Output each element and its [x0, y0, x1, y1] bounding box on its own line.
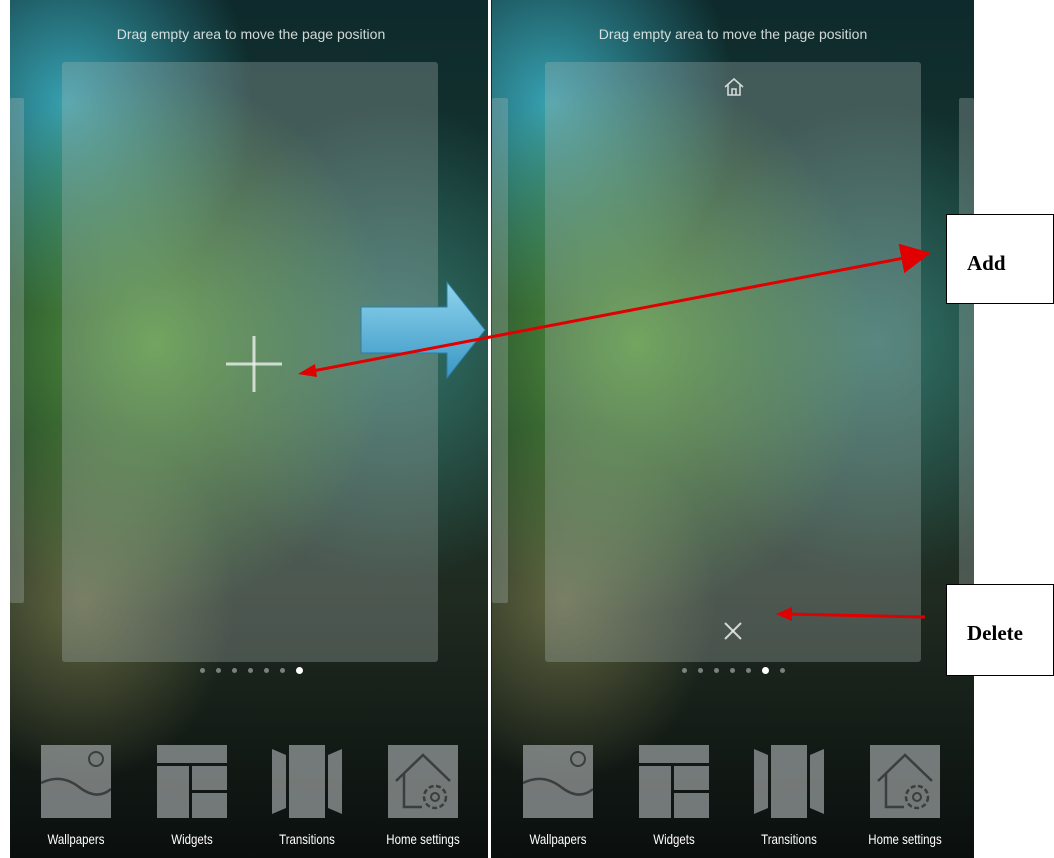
screen-after: Drag empty area to move the page positio… — [492, 0, 974, 858]
wallpapers-button[interactable]: Wallpapers — [500, 745, 616, 855]
home-settings-icon — [388, 745, 458, 818]
home-settings-button[interactable]: Home settings — [847, 745, 963, 855]
page-dot[interactable] — [681, 667, 687, 673]
page-dot[interactable] — [697, 667, 703, 673]
widgets-icon — [639, 745, 709, 818]
plus-icon[interactable] — [222, 332, 286, 396]
transitions-button[interactable]: Transitions — [731, 745, 847, 855]
added-page-card[interactable] — [545, 62, 921, 662]
transitions-label: Transitions — [279, 831, 335, 847]
widgets-button[interactable]: Widgets — [616, 745, 732, 855]
delete-callout: Delete — [946, 584, 1054, 676]
page-dot-active[interactable] — [295, 666, 303, 674]
panel-divider — [488, 0, 491, 858]
home-settings-button[interactable]: Home settings — [365, 745, 481, 855]
home-settings-icon — [870, 745, 940, 818]
adjacent-page-left[interactable] — [10, 98, 24, 603]
page-dot[interactable] — [199, 667, 205, 673]
wallpapers-label: Wallpapers — [47, 831, 105, 847]
close-icon[interactable] — [722, 620, 744, 642]
adjacent-page-right[interactable] — [959, 98, 974, 603]
transitions-icon — [272, 745, 342, 818]
page-dot[interactable] — [247, 667, 253, 673]
page-dot[interactable] — [779, 667, 785, 673]
page-dot[interactable] — [713, 667, 719, 673]
page-dot[interactable] — [231, 667, 237, 673]
edit-toolbar: Wallpapers Widgets Transitions Home sett… — [10, 745, 492, 858]
widgets-label: Widgets — [653, 831, 695, 847]
transitions-button[interactable]: Transitions — [249, 745, 365, 855]
widgets-label: Widgets — [171, 831, 213, 847]
screen-before: Drag empty area to move the page positio… — [10, 0, 492, 858]
home-settings-label: Home settings — [868, 831, 942, 847]
page-indicator — [492, 663, 974, 677]
widgets-button[interactable]: Widgets — [134, 745, 250, 855]
wallpapers-icon — [41, 745, 111, 818]
page-indicator — [10, 663, 492, 677]
drag-hint-text: Drag empty area to move the page positio… — [598, 26, 868, 42]
page-dot[interactable] — [215, 667, 221, 673]
edit-toolbar: Wallpapers Widgets Transitions Home sett… — [492, 745, 974, 858]
transitions-icon — [754, 745, 824, 818]
home-settings-label: Home settings — [386, 831, 460, 847]
wallpapers-button[interactable]: Wallpapers — [18, 745, 134, 855]
page-dot[interactable] — [263, 667, 269, 673]
page-dot-active[interactable] — [761, 666, 769, 674]
home-icon[interactable] — [723, 76, 745, 98]
page-dot[interactable] — [729, 667, 735, 673]
adjacent-page-left[interactable] — [492, 98, 508, 603]
widgets-icon — [157, 745, 227, 818]
page-dot[interactable] — [745, 667, 751, 673]
drag-hint-text: Drag empty area to move the page positio… — [116, 26, 386, 42]
new-page-card[interactable] — [62, 62, 438, 662]
page-dot[interactable] — [279, 667, 285, 673]
transitions-label: Transitions — [761, 831, 817, 847]
add-callout: Add — [946, 214, 1054, 304]
wallpapers-icon — [523, 745, 593, 818]
wallpapers-label: Wallpapers — [529, 831, 587, 847]
